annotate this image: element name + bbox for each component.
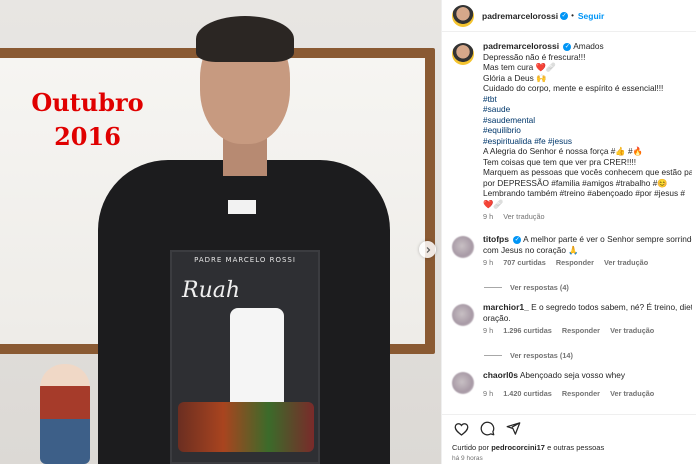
caption-line: Cuidado do corpo, mente e espírito é ess… <box>483 83 664 93</box>
reply-button[interactable]: Responder <box>562 389 600 398</box>
caption-text: Amados <box>573 41 604 51</box>
comment-icon <box>480 421 494 436</box>
comment-meta: 9 h 707 curtidas Responder Ver tradução <box>483 258 692 269</box>
caption-username[interactable]: padremarcelorossi <box>483 41 559 51</box>
follow-button[interactable]: Seguir <box>578 11 604 21</box>
post-header: padremarcelorossi ✓ • Seguir <box>442 0 696 32</box>
view-replies-button[interactable]: Ver respostas (14) <box>484 351 573 360</box>
post-panel: padremarcelorossi ✓ • Seguir padremarcel… <box>441 0 696 464</box>
comment-likes[interactable]: 1.420 curtidas <box>503 389 552 398</box>
reply-button[interactable]: Responder <box>562 326 600 335</box>
religious-statue <box>40 364 90 464</box>
post-image[interactable]: Outubro 2016 PADRE MARCELO ROSSI Ruah <box>0 0 441 464</box>
hashtag-line[interactable]: #espiritualida #fe #jesus <box>483 136 692 147</box>
clerical-collar <box>228 200 256 214</box>
replies-divider <box>484 355 502 356</box>
caption-line: Depressão não é frescura!!! <box>483 51 586 62</box>
shirt-print-chef <box>230 308 284 408</box>
comment-line: chaorl0s Abençoado seja vosso whey <box>483 370 692 381</box>
comment-text-continued: com Jesus no coração 🙏 <box>483 244 579 255</box>
caption-line: Glória a Deus 🙌 <box>483 72 547 83</box>
comment-meta: 9 h 1.420 curtidas Responder Ver traduçã… <box>483 389 692 400</box>
comment-username[interactable]: titofps <box>483 234 509 244</box>
translate-link[interactable]: Ver tradução <box>604 258 648 267</box>
shirt-print-vegetables <box>178 402 314 452</box>
comment-body: titofps ✓ A melhor parte é ver o Senhor … <box>483 234 692 269</box>
hair <box>196 16 294 62</box>
caption-time: 9 h <box>483 212 494 221</box>
comment-text-continued: oração. <box>483 312 511 323</box>
liked-by-user[interactable]: pedrocorcini17 <box>491 443 545 452</box>
separator-dot: • <box>571 11 574 20</box>
author-avatar[interactable] <box>452 4 474 27</box>
reply-button[interactable]: Responder <box>556 258 594 267</box>
comment-time: 9 h <box>483 388 494 398</box>
caption-entry: padremarcelorossi ✓ Amados Depressão não… <box>452 41 692 223</box>
share-icon <box>506 422 520 435</box>
translate-link[interactable]: Ver tradução <box>610 389 654 398</box>
view-replies-label: Ver respostas (14) <box>510 351 573 360</box>
caption-line: A Alegria do Senhor é nossa força #👍 #🔥 <box>483 146 643 156</box>
next-image-button[interactable] <box>419 241 436 258</box>
commenter-avatar[interactable] <box>452 236 474 258</box>
comment-likes[interactable]: 1.296 curtidas <box>503 326 552 335</box>
verified-badge-icon: ✓ <box>513 235 522 244</box>
comment-body: marchior1_ E o segredo todos sabem, né? … <box>483 302 692 337</box>
comment-item: chaorl0s Abençoado seja vosso whey 9 h 1… <box>452 370 692 399</box>
caption-line: padremarcelorossi ✓ Amados <box>483 41 692 52</box>
comments-scroll-area[interactable]: padremarcelorossi ✓ Amados Depressão não… <box>442 33 696 406</box>
commenter-avatar[interactable] <box>452 372 474 394</box>
comment-text: E o segredo todos sabem, né? É treino, d… <box>531 302 692 312</box>
caption-meta: 9 h Ver tradução <box>483 212 692 223</box>
heart-icon <box>454 422 468 436</box>
verified-badge-icon: ✓ <box>560 11 569 20</box>
comment-time: 9 h <box>483 258 494 267</box>
hashtag-equilibrio[interactable]: #equilibrio <box>483 125 692 136</box>
comment-item: titofps ✓ A melhor parte é ver o Senhor … <box>452 234 692 269</box>
caption-line: Lembrando também #treino #abençoado #por… <box>483 188 686 198</box>
author-avatar[interactable] <box>452 43 474 65</box>
comment-time: 9 h <box>483 326 494 335</box>
comment-text: Abençoado seja vosso whey <box>519 370 625 380</box>
like-button[interactable] <box>452 420 470 438</box>
caption-line: por DEPRESSÃO #familia #amigos #trabalho… <box>483 177 668 188</box>
caption-translate-link[interactable]: Ver tradução <box>503 212 544 221</box>
author-username[interactable]: padremarcelorossi <box>482 11 558 21</box>
commenter-avatar[interactable] <box>452 304 474 326</box>
liked-by-prefix: Curtido por <box>452 443 490 452</box>
translate-link[interactable]: Ver tradução <box>610 326 654 335</box>
caption-line: ❤️🩹 <box>483 198 504 209</box>
comment-username[interactable]: chaorl0s <box>483 370 518 380</box>
view-replies-label: Ver respostas (4) <box>510 283 569 292</box>
shirt-print-title: Ruah <box>182 278 241 303</box>
comment-username[interactable]: marchior1_ <box>483 302 529 312</box>
comment-meta: 9 h 1.296 curtidas Responder Ver traduçã… <box>483 326 692 337</box>
share-button[interactable] <box>504 420 522 438</box>
shirt-print-header: PADRE MARCELO ROSSI <box>194 256 296 264</box>
comment-text: A melhor parte é ver o Senhor sempre sor… <box>523 234 692 244</box>
liked-by-text: Curtido por pedrocorcini17 e outras pess… <box>452 443 604 452</box>
comment-likes[interactable]: 707 curtidas <box>503 258 546 267</box>
comment-line: marchior1_ E o segredo todos sabem, né? … <box>483 302 692 313</box>
comment-button[interactable] <box>478 420 496 438</box>
verified-badge-icon: ✓ <box>563 42 572 51</box>
caption-body: padremarcelorossi ✓ Amados Depressão não… <box>483 41 692 223</box>
hashtag-saude[interactable]: #saude <box>483 104 692 115</box>
comment-body: chaorl0s Abençoado seja vosso whey 9 h 1… <box>483 370 692 399</box>
shirt-print: PADRE MARCELO ROSSI Ruah <box>170 250 320 464</box>
caption-line: Marquem as pessoas que vocês conhecem qu… <box>483 167 692 177</box>
comment-line: titofps ✓ A melhor parte é ver o Senhor … <box>483 234 692 245</box>
comment-item: marchior1_ E o segredo todos sabem, né? … <box>452 302 692 337</box>
post-time-ago: há 9 horas <box>452 455 483 462</box>
caption-line: Tem coisas que tem que ver pra CRER!!!! <box>483 156 637 167</box>
view-replies-button[interactable]: Ver respostas (4) <box>484 283 569 292</box>
person-figure: PADRE MARCELO ROSSI Ruah <box>78 10 398 464</box>
caption-line: Mas tem cura ❤️🩹 <box>483 62 557 72</box>
chevron-right-icon <box>426 246 430 253</box>
post-actions-bar <box>442 414 696 442</box>
hashtag-saudemental[interactable]: #saudemental <box>483 115 692 126</box>
hashtag-tbt[interactable]: #tbt <box>483 94 692 105</box>
liked-by-suffix[interactable]: e outras pessoas <box>547 443 604 452</box>
replies-divider <box>484 287 502 288</box>
